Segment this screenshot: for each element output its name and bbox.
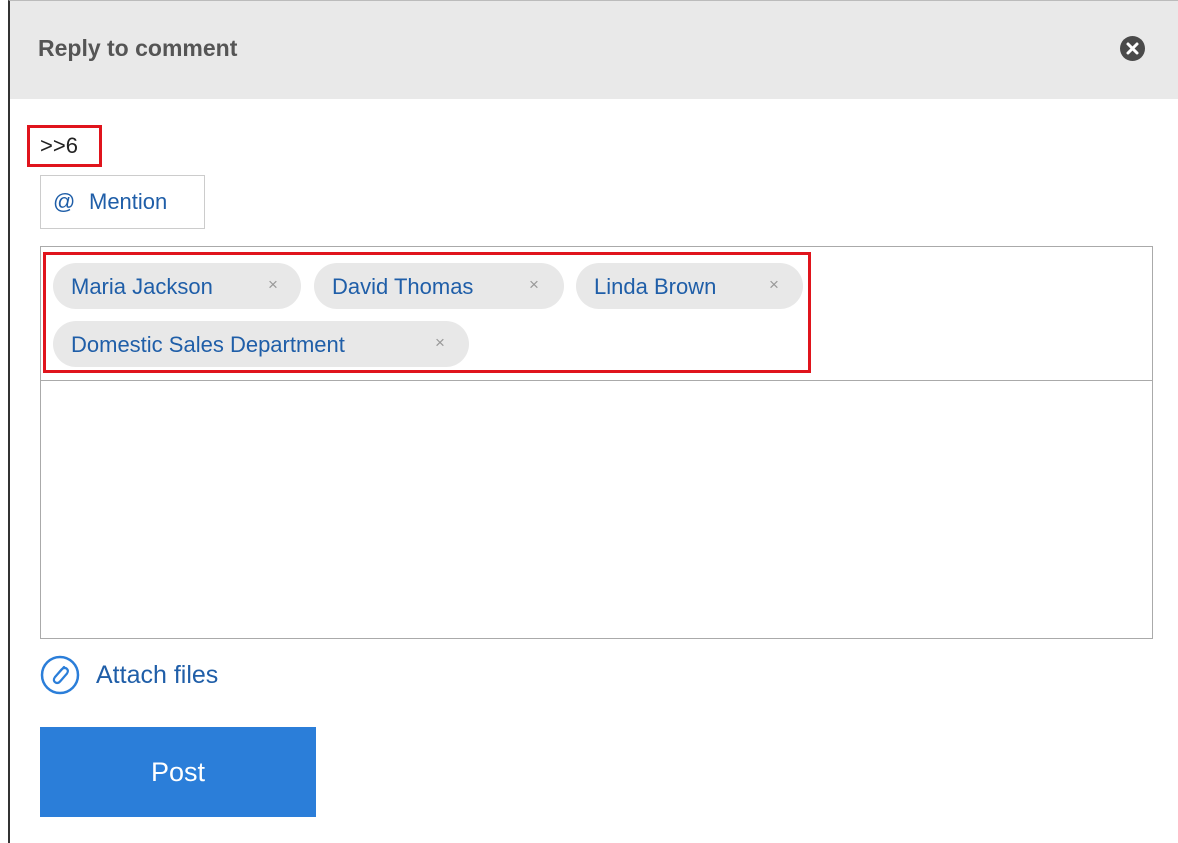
mention-chip-label: David Thomas xyxy=(332,274,474,299)
comment-editor: Maria Jackson × David Thomas × Linda Bro… xyxy=(40,246,1153,639)
close-button[interactable] xyxy=(1120,36,1145,61)
paperclip-icon xyxy=(40,655,80,695)
attach-files-label: Attach files xyxy=(96,661,219,689)
mention-chip-label: Linda Brown xyxy=(594,274,717,299)
mention-chip: Linda Brown × xyxy=(576,263,803,309)
remove-mention-icon[interactable]: × xyxy=(268,275,278,295)
mention-chip: Maria Jackson × xyxy=(53,263,301,309)
reply-reference: >>6 xyxy=(27,125,102,167)
mention-chip: Domestic Sales Department × xyxy=(53,321,469,367)
mention-chip-label: Domestic Sales Department xyxy=(71,332,345,357)
reply-dialog: Reply to comment >>6 @ Mention Maria Jac… xyxy=(8,0,1178,843)
mention-chip: David Thomas × xyxy=(314,263,564,309)
dialog-header: Reply to comment xyxy=(10,1,1178,99)
remove-mention-icon[interactable]: × xyxy=(529,275,539,295)
remove-mention-icon[interactable]: × xyxy=(769,275,779,295)
mentions-area: Maria Jackson × David Thomas × Linda Bro… xyxy=(41,247,1152,381)
attach-files-link[interactable]: Attach files xyxy=(40,653,280,697)
comment-text-area[interactable] xyxy=(41,381,1152,638)
mention-button-label: Mention xyxy=(89,189,168,214)
mention-chip-label: Maria Jackson xyxy=(71,274,213,299)
post-button[interactable]: Post xyxy=(40,727,316,817)
dialog-title: Reply to comment xyxy=(38,35,238,61)
at-icon: @ xyxy=(53,189,76,214)
remove-mention-icon[interactable]: × xyxy=(435,333,445,353)
close-icon xyxy=(1126,42,1139,55)
mention-button[interactable]: @ Mention xyxy=(40,175,205,229)
